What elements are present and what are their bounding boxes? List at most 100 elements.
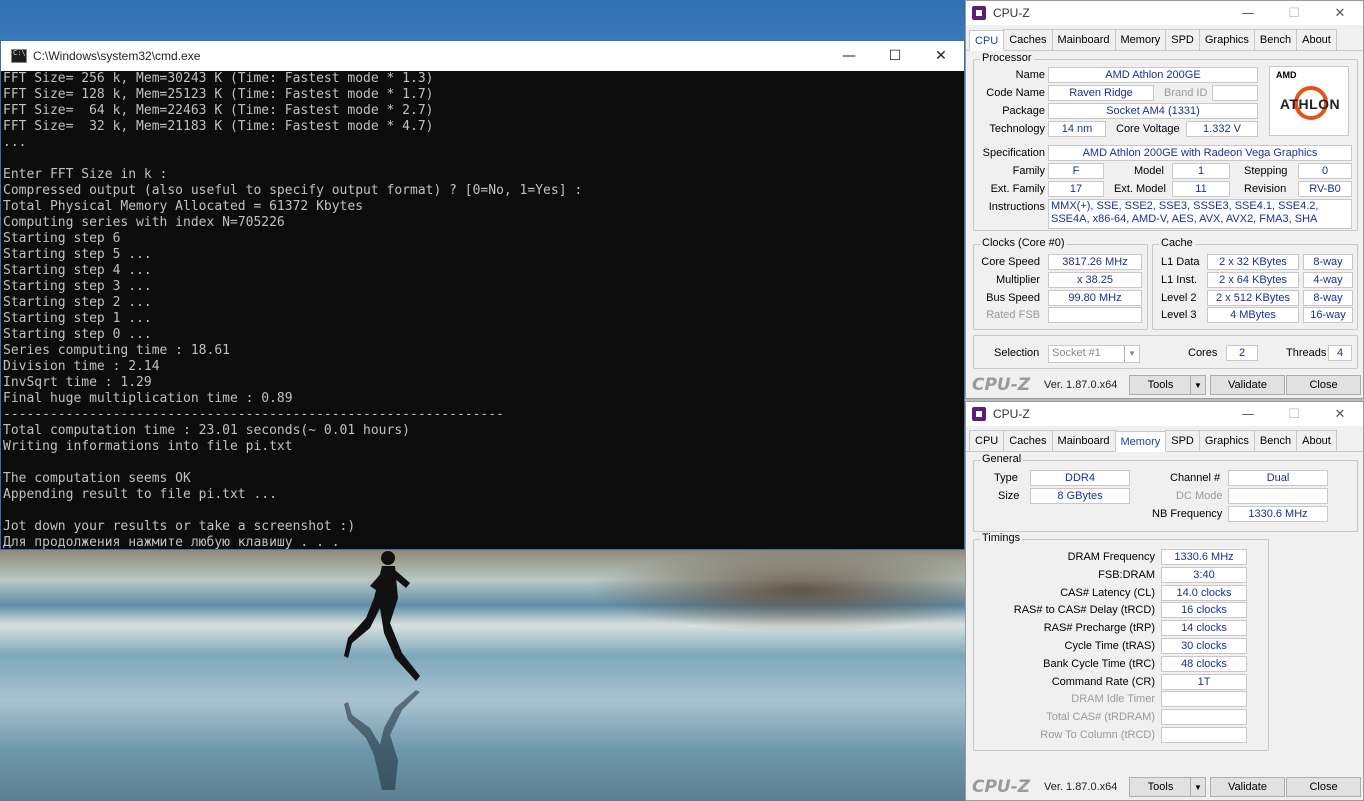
family-value: F xyxy=(1048,163,1104,179)
tab-caches[interactable]: Caches xyxy=(1003,430,1053,451)
timing-value xyxy=(1161,709,1247,726)
console-line: Starting step 3 ... xyxy=(3,279,152,294)
instructions-label: Instructions xyxy=(988,201,1045,213)
console-line: Final huge multiplication time : 0.89 xyxy=(3,391,293,406)
tab-spd[interactable]: SPD xyxy=(1165,29,1200,50)
tab-bar: CPU Caches Mainboard Memory SPD Graphics… xyxy=(966,25,1363,51)
cmd-titlebar[interactable]: C:\Windows\system32\cmd.exe — ☐ ✕ xyxy=(1,41,964,71)
cpuz-titlebar[interactable]: CPU-Z — ☐ ✕ xyxy=(966,402,1363,426)
tab-memory[interactable]: Memory xyxy=(1114,431,1167,452)
close-button[interactable]: ✕ xyxy=(1317,402,1363,426)
core-voltage-label: Core Voltage xyxy=(1116,123,1180,135)
stepping-value: 0 xyxy=(1298,163,1352,179)
validate-button[interactable]: Validate xyxy=(1210,777,1285,797)
tab-bench[interactable]: Bench xyxy=(1253,29,1298,50)
multiplier-value: x 38.25 xyxy=(1048,272,1142,288)
tab-cpu[interactable]: CPU xyxy=(969,430,1005,451)
maximize-button: ☐ xyxy=(1288,5,1300,21)
core-voltage-value: 1.332 V xyxy=(1186,121,1258,137)
timing-label: Total CAS# (tRDRAM) xyxy=(1046,711,1155,724)
close-app-button[interactable]: Close xyxy=(1286,777,1361,797)
timing-label: Command Rate (CR) xyxy=(1051,675,1155,688)
level3-label: Level 3 xyxy=(1161,309,1197,321)
tab-mainboard[interactable]: Mainboard xyxy=(1051,29,1116,50)
tab-bench[interactable]: Bench xyxy=(1253,430,1298,451)
timing-value: 1330.6 MHz xyxy=(1161,549,1247,565)
cores-value: 2 xyxy=(1226,345,1258,361)
close-button[interactable]: ✕ xyxy=(1317,1,1363,25)
timing-label: DRAM Frequency xyxy=(1067,551,1155,563)
tools-button[interactable]: Tools ▼ xyxy=(1129,375,1206,395)
tab-caches[interactable]: Caches xyxy=(1003,29,1053,50)
cpuz-titlebar[interactable]: CPU-Z — ☐ ✕ xyxy=(966,1,1363,25)
l1-inst-label: L1 Inst. xyxy=(1161,274,1198,286)
minimize-button[interactable]: — xyxy=(1225,402,1271,426)
general-group-title: General xyxy=(980,453,1024,465)
type-label: Type xyxy=(994,472,1018,484)
tab-about[interactable]: About xyxy=(1296,430,1337,451)
console-output[interactable]: FFT Size= 256 k, Mem=30243 K (Time: Fast… xyxy=(1,71,964,550)
revision-label: Revision xyxy=(1244,183,1287,195)
console-line: Starting step 0 ... xyxy=(3,327,152,342)
level3-value: 4 MBytes xyxy=(1207,307,1299,323)
validate-button[interactable]: Validate xyxy=(1210,375,1285,395)
socket-select[interactable]: Socket #1 ▼ xyxy=(1048,345,1140,363)
wallpaper-beach xyxy=(0,550,965,801)
cmd-window[interactable]: C:\Windows\system32\cmd.exe — ☐ ✕ FFT Si… xyxy=(0,40,965,550)
level2-value: 2 x 512 KBytes xyxy=(1207,290,1299,306)
l1-data-label: L1 Data xyxy=(1161,256,1200,268)
close-app-button[interactable]: Close xyxy=(1286,375,1361,395)
tab-mainboard[interactable]: Mainboard xyxy=(1051,430,1116,451)
tab-graphics[interactable]: Graphics xyxy=(1198,430,1255,451)
channel-label: Channel # xyxy=(1170,472,1221,484)
timing-value: 48 clocks xyxy=(1161,655,1247,672)
minimize-button[interactable]: — xyxy=(826,41,872,71)
rated-fsb-label: Rated FSB xyxy=(986,309,1040,321)
console-line: Starting step 4 ... xyxy=(3,263,152,278)
athlon-logo-text: ATHLON xyxy=(1279,96,1341,112)
tab-about[interactable]: About xyxy=(1296,29,1337,50)
ext-family-label: Ext. Family xyxy=(990,183,1045,195)
minimize-button[interactable]: — xyxy=(1225,1,1271,25)
ext-model-label: Ext. Model xyxy=(1114,183,1166,195)
stepping-label: Stepping xyxy=(1244,165,1288,177)
revision-value: RV-B0 xyxy=(1298,181,1352,197)
timing-value: 16 clocks xyxy=(1161,602,1247,619)
console-line: Starting step 6 xyxy=(3,231,121,246)
console-icon xyxy=(11,49,27,63)
cpuz-window-cpu[interactable]: CPU-Z — ☐ ✕ CPU Caches Mainboard Memory … xyxy=(965,0,1364,399)
tab-spd[interactable]: SPD xyxy=(1165,430,1200,451)
tab-cpu[interactable]: CPU xyxy=(969,30,1005,51)
cache-group: Cache L1 Data 2 x 32 KBytes 8-way L1 Ins… xyxy=(1152,237,1358,330)
timing-value: 1T xyxy=(1161,673,1247,690)
l1-inst-assoc: 4-way xyxy=(1303,272,1353,288)
console-line: Jot down your results or take a screensh… xyxy=(3,519,356,534)
console-line: ----------------------------------------… xyxy=(3,407,504,422)
cpuz-window-title: CPU-Z xyxy=(993,6,1030,20)
tab-graphics[interactable]: Graphics xyxy=(1198,29,1255,50)
technology-value: 14 nm xyxy=(1048,121,1106,137)
amd-logo-text: AMD xyxy=(1276,70,1297,80)
console-line: Total Physical Memory Allocated = 61372 … xyxy=(3,199,364,214)
console-line: FFT Size= 32 k, Mem=21183 K (Time: Faste… xyxy=(3,119,434,134)
clocks-group-title: Clocks (Core #0) xyxy=(980,237,1067,249)
cpuz-window-memory[interactable]: CPU-Z — ☐ ✕ CPU Caches Mainboard Memory … xyxy=(965,401,1364,801)
console-line: FFT Size= 128 k, Mem=25123 K (Time: Fast… xyxy=(3,87,434,102)
maximize-button[interactable]: ☐ xyxy=(872,41,918,71)
codename-label: Code Name xyxy=(986,87,1045,99)
tools-button[interactable]: Tools ▼ xyxy=(1129,777,1206,797)
ext-family-value: 17 xyxy=(1048,181,1104,197)
core-speed-value: 3817.26 MHz xyxy=(1048,254,1142,270)
size-label: Size xyxy=(998,490,1020,502)
close-button[interactable]: ✕ xyxy=(918,41,964,71)
console-line: Enter FFT Size in k : xyxy=(3,167,168,182)
family-label: Family xyxy=(1012,165,1045,177)
timings-group-title: Timings xyxy=(980,532,1023,544)
tab-bar: CPU Caches Mainboard Memory SPD Graphics… xyxy=(966,426,1363,452)
selection-label: Selection xyxy=(994,347,1040,359)
tab-memory[interactable]: Memory xyxy=(1114,29,1167,50)
threads-label: Threads xyxy=(1286,347,1327,359)
cpuz-bottom-bar: CPU-Z Ver. 1.87.0.x64 Tools ▼ Validate C… xyxy=(966,774,1363,800)
